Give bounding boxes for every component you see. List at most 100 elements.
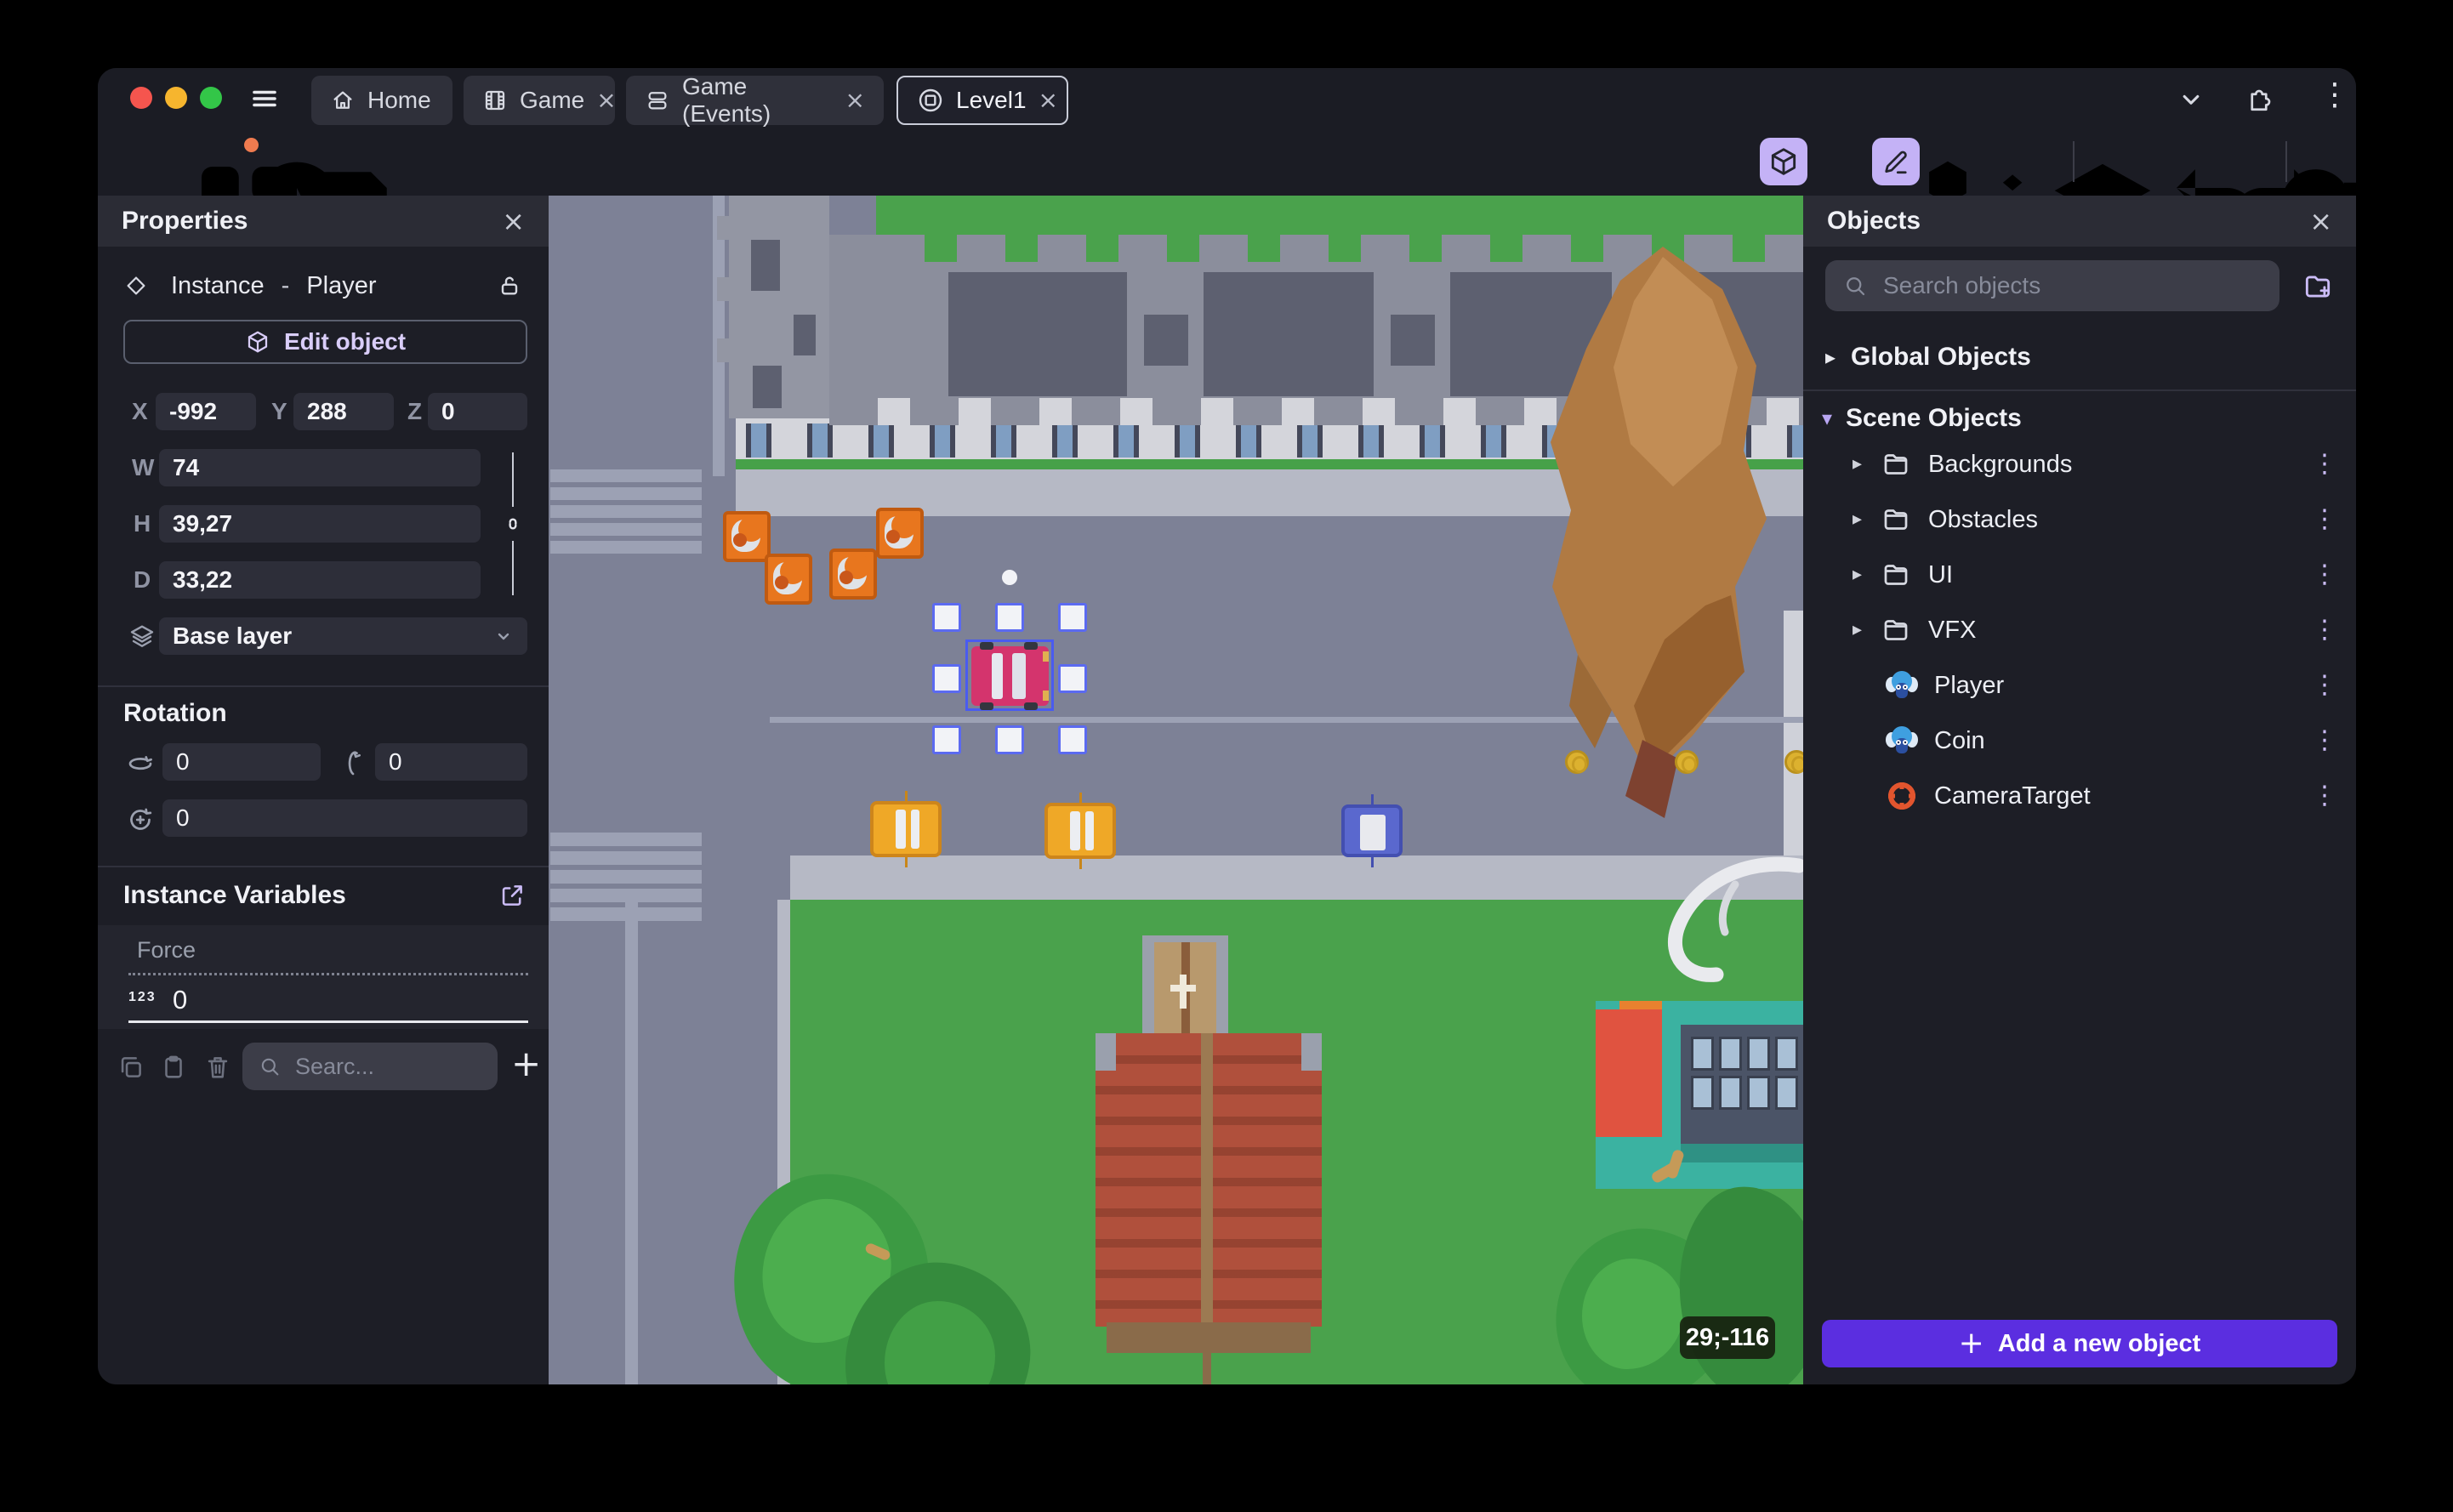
- kebab-menu-icon[interactable]: ⋮: [2312, 507, 2337, 532]
- grid-icon[interactable]: [2025, 145, 2057, 178]
- x-input[interactable]: -992: [156, 393, 256, 430]
- object-row-vfx[interactable]: ▸ VFX ⋮: [1803, 603, 2356, 657]
- variable-value[interactable]: 0: [173, 985, 187, 1015]
- objects-blocks-icon[interactable]: [1820, 145, 1853, 178]
- objects-search-input[interactable]: [1881, 271, 2262, 300]
- white-branch-instance[interactable]: [1642, 850, 1803, 999]
- d-input[interactable]: 33,22: [159, 561, 481, 599]
- scene-canvas[interactable]: 29;-116: [549, 196, 1803, 1384]
- tab-game[interactable]: Game ×: [464, 76, 617, 125]
- rotation-z-input[interactable]: 0: [162, 799, 527, 837]
- selection-handle[interactable]: [932, 603, 961, 632]
- kebab-menu-icon[interactable]: ⋮: [2312, 452, 2337, 477]
- link-dimensions-icon[interactable]: [499, 507, 526, 541]
- h-input[interactable]: 39,27: [159, 505, 481, 543]
- kebab-menu-icon[interactable]: ⋮: [2312, 783, 2337, 809]
- variable-name[interactable]: Force: [137, 937, 196, 963]
- tab-close-icon[interactable]: ×: [596, 88, 616, 112]
- delete-trash-icon[interactable]: [203, 1053, 232, 1082]
- autumn-tree-instance[interactable]: [1450, 230, 1803, 876]
- roof-court: [1204, 272, 1374, 396]
- kebab-menu-icon[interactable]: ⋮: [2312, 673, 2337, 698]
- properties-close-icon[interactable]: ×: [502, 207, 525, 235]
- object-row-ui[interactable]: ▸ UI ⋮: [1803, 548, 2356, 602]
- edit-object-button[interactable]: Edit object: [123, 320, 527, 364]
- trash-icon[interactable]: [2243, 145, 2275, 178]
- redo-icon[interactable]: [2143, 145, 2175, 178]
- yellow-car-instance[interactable]: [1044, 803, 1116, 859]
- layers-icon[interactable]: [1975, 145, 2007, 178]
- layer-select[interactable]: Base layer: [159, 617, 527, 655]
- z-input[interactable]: 0: [428, 393, 527, 430]
- objects-search-box[interactable]: [1825, 260, 2279, 311]
- window-chevron-down-icon[interactable]: [2177, 85, 2205, 114]
- w-input[interactable]: 74: [159, 449, 481, 486]
- crate-instance[interactable]: [876, 508, 924, 559]
- global-objects-group[interactable]: ▸ Global Objects: [1825, 338, 2336, 376]
- object-row-player[interactable]: Player ⋮: [1803, 658, 2356, 713]
- rotation-y-input[interactable]: 0: [375, 743, 527, 781]
- add-variable-plus-icon[interactable]: +: [511, 1046, 541, 1082]
- scene-properties-icon[interactable]: [2306, 145, 2338, 178]
- selection-handle[interactable]: [995, 603, 1024, 632]
- variables-search-box[interactable]: [242, 1043, 498, 1090]
- object-row-backgrounds[interactable]: ▸ Backgrounds ⋮: [1803, 437, 2356, 492]
- selection-handle[interactable]: [1058, 725, 1087, 754]
- add-folder-icon[interactable]: [2302, 270, 2334, 303]
- church-tower[interactable]: [1142, 935, 1228, 1036]
- titlebar: Home Game × Game (Events) × Level1 × ⋮: [98, 68, 2356, 128]
- add-new-object-button[interactable]: + Add a new object: [1822, 1320, 2337, 1367]
- objects-close-icon[interactable]: ×: [2309, 207, 2332, 235]
- kebab-menu-icon[interactable]: ⋮: [2312, 617, 2337, 643]
- blue-car-instance[interactable]: [1341, 804, 1403, 857]
- crate-instance[interactable]: [765, 554, 812, 605]
- player-car-instance[interactable]: [971, 642, 1049, 710]
- hamburger-menu-icon[interactable]: [249, 83, 280, 114]
- crosswalk-stripe: [550, 833, 702, 846]
- history-icon[interactable]: [169, 145, 202, 178]
- tab-home[interactable]: Home: [311, 76, 452, 125]
- edit-mode-toggle[interactable]: [1872, 138, 1920, 185]
- extensions-puzzle-icon[interactable]: [2244, 83, 2274, 114]
- yellow-car-instance[interactable]: [870, 801, 942, 857]
- instances-list-icon[interactable]: [1925, 145, 1957, 178]
- tab-close-icon[interactable]: ×: [845, 88, 865, 112]
- rotation-x-input[interactable]: 0: [162, 743, 321, 781]
- project-manager-icon[interactable]: [117, 145, 149, 178]
- rotation-handle[interactable]: [1002, 570, 1017, 585]
- tab-level1[interactable]: Level1 ×: [896, 76, 1068, 125]
- crate-instance[interactable]: [829, 549, 877, 600]
- view-3d-toggle[interactable]: [1760, 138, 1807, 185]
- tab-close-icon[interactable]: ×: [1039, 88, 1058, 112]
- crate-instance[interactable]: [723, 511, 771, 562]
- undo-icon[interactable]: [2092, 145, 2124, 178]
- paste-clipboard-icon[interactable]: [159, 1053, 188, 1082]
- unlock-icon[interactable]: [496, 272, 523, 299]
- selection-handle[interactable]: [1058, 664, 1087, 693]
- zoom-in-icon[interactable]: [2194, 145, 2226, 178]
- variables-search-input[interactable]: [293, 1052, 482, 1081]
- scene-objects-group[interactable]: ▾ Scene Objects: [1822, 400, 2332, 437]
- traffic-zoom-button[interactable]: [200, 87, 222, 109]
- selection-handle[interactable]: [932, 664, 961, 693]
- window-kebab-menu-icon[interactable]: ⋮: [2319, 80, 2350, 111]
- kebab-menu-icon[interactable]: ⋮: [2312, 728, 2337, 753]
- external-link-icon[interactable]: [498, 881, 526, 910]
- coin-instance[interactable]: [1565, 750, 1589, 774]
- object-row-cameratarget[interactable]: CameraTarget ⋮: [1803, 769, 2356, 823]
- kebab-menu-icon[interactable]: ⋮: [2312, 562, 2337, 588]
- tab-game-events[interactable]: Game (Events) ×: [626, 73, 884, 127]
- y-input[interactable]: 288: [293, 393, 394, 430]
- church-roof[interactable]: [1096, 1033, 1322, 1327]
- teal-building-instance[interactable]: [1596, 1001, 1803, 1189]
- object-row-obstacles[interactable]: ▸ Obstacles ⋮: [1803, 492, 2356, 547]
- coin-instance[interactable]: [1675, 750, 1699, 774]
- coin-instance[interactable]: [1784, 750, 1803, 774]
- copy-icon[interactable]: [117, 1053, 145, 1082]
- selection-handle[interactable]: [932, 725, 961, 754]
- selection-handle[interactable]: [995, 725, 1024, 754]
- selection-handle[interactable]: [1058, 603, 1087, 632]
- traffic-close-button[interactable]: [130, 87, 152, 109]
- traffic-minimize-button[interactable]: [165, 87, 187, 109]
- object-row-coin[interactable]: Coin ⋮: [1803, 713, 2356, 768]
